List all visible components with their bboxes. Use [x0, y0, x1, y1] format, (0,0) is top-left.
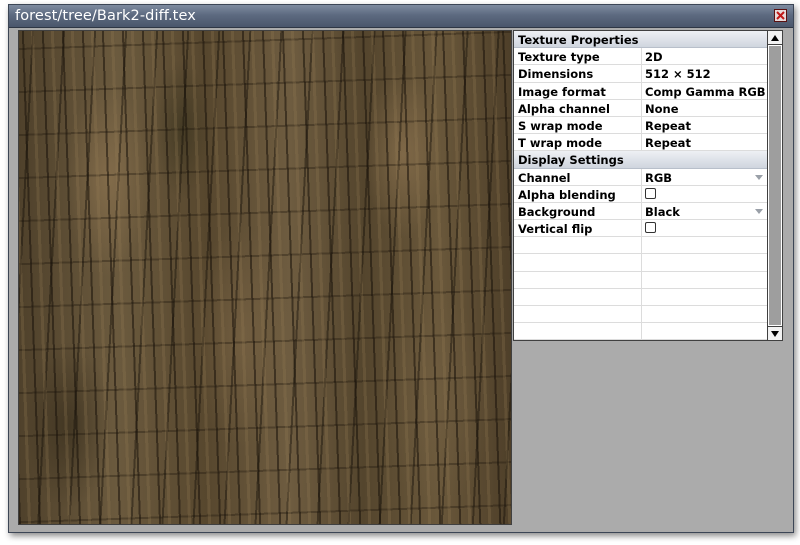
property-label: Alpha blending: [518, 187, 616, 202]
texture-preview: [18, 30, 512, 525]
background-dropdown[interactable]: Background Black: [514, 202, 767, 221]
arrow-up-icon: [771, 35, 779, 41]
property-label: Channel: [518, 170, 571, 185]
property-value: Repeat: [645, 118, 691, 133]
property-label: T wrap mode: [518, 136, 603, 151]
empty-row: [514, 254, 767, 272]
property-row: Dimensions 512 × 512: [514, 65, 767, 83]
property-label: S wrap mode: [518, 118, 603, 133]
property-label: Dimensions: [518, 67, 594, 82]
property-row: S wrap mode Repeat: [514, 116, 767, 135]
property-row: Alpha blending: [514, 185, 767, 203]
window-title: forest/tree/Bark2-diff.tex: [15, 8, 196, 24]
property-row: Texture type 2D: [514, 48, 767, 66]
chevron-down-icon: [755, 174, 763, 180]
close-icon: [776, 11, 785, 20]
alpha-blending-checkbox[interactable]: [645, 187, 656, 199]
property-row: Alpha channel None: [514, 99, 767, 117]
arrow-down-icon: [771, 331, 779, 337]
scroll-down-button[interactable]: [768, 326, 782, 340]
properties-grid: Texture Properties Texture type 2D Dimen…: [514, 31, 767, 340]
empty-row: [514, 306, 767, 324]
channel-value: RGB: [645, 170, 673, 185]
property-value: Comp Gamma RGB: [645, 84, 766, 99]
property-row: Vertical flip: [514, 220, 767, 238]
property-label: Image format: [518, 84, 606, 99]
section-texture-properties: Texture Properties: [514, 31, 767, 49]
property-label: Vertical flip: [518, 222, 593, 237]
property-value: 512 × 512: [645, 67, 711, 82]
property-row: T wrap mode Repeat: [514, 134, 767, 152]
vertical-flip-checkbox[interactable]: [645, 222, 656, 234]
empty-row: [514, 237, 767, 255]
background-value: Black: [645, 204, 680, 219]
property-label: Texture type: [518, 50, 600, 65]
empty-row: [514, 271, 767, 289]
empty-row: [514, 288, 767, 306]
texture-viewer-window: forest/tree/Bark2-diff.tex Texture Prope…: [8, 4, 794, 533]
property-row: Image format Comp Gamma RGB: [514, 82, 767, 100]
properties-panel: Texture Properties Texture type 2D Dimen…: [513, 30, 783, 341]
section-title: Texture Properties: [518, 33, 639, 47]
property-value: Repeat: [645, 136, 691, 151]
scrollbar-thumb[interactable]: [769, 46, 781, 325]
title-bar[interactable]: forest/tree/Bark2-diff.tex: [9, 5, 793, 28]
property-label: Alpha channel: [518, 101, 610, 116]
section-title: Display Settings: [518, 153, 624, 168]
property-value: None: [645, 101, 679, 116]
chevron-down-icon: [755, 208, 763, 214]
channel-dropdown[interactable]: Channel RGB: [514, 168, 767, 186]
section-display-settings: Display Settings: [514, 151, 767, 169]
property-value: 2D: [645, 50, 663, 65]
scroll-up-button[interactable]: [768, 31, 782, 45]
vertical-scrollbar[interactable]: [767, 31, 782, 340]
empty-row: [514, 323, 767, 340]
close-button[interactable]: [774, 9, 787, 22]
property-label: Background: [518, 204, 596, 219]
